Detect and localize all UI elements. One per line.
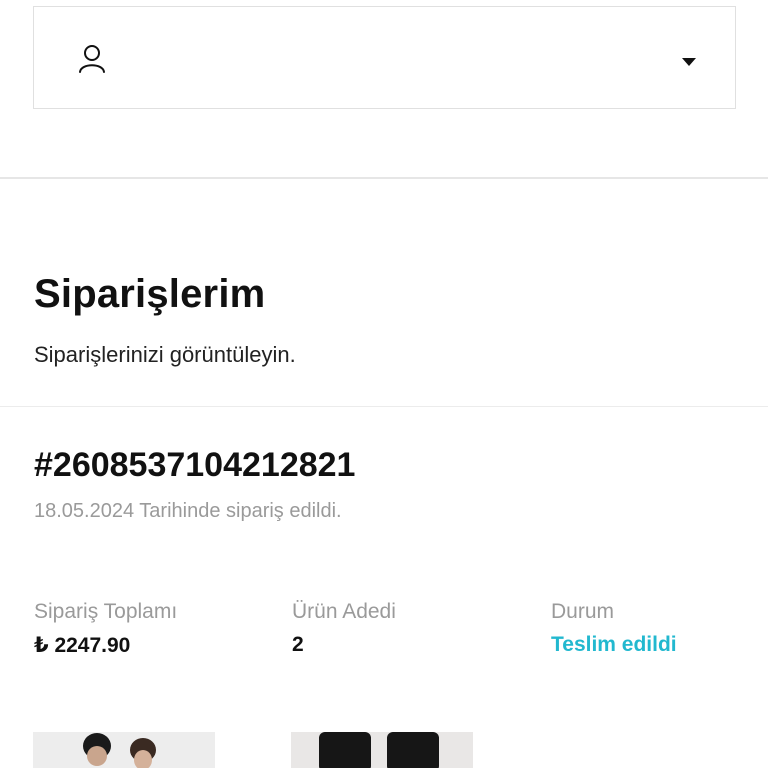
product-thumbnail[interactable] (291, 732, 473, 768)
divider (0, 406, 768, 407)
user-icon (78, 44, 106, 74)
item-count-label: Ürün Adedi (292, 600, 396, 623)
page-subtitle: Siparişlerinizi görüntüleyin. (34, 342, 296, 367)
divider (0, 177, 768, 179)
order-total-value: ₺ 2247.90 (34, 634, 131, 657)
order-status-label: Durum (551, 600, 615, 623)
item-count-block: Ürün Adedi 2 (292, 600, 396, 657)
product-thumbnail[interactable] (33, 732, 215, 768)
item-count-value: 2 (292, 633, 304, 656)
order-total-block: Sipariş Toplamı ₺ 2247.90 (34, 600, 177, 658)
order-status-block: Durum Teslim edildi (551, 600, 677, 657)
caret-down-icon (682, 53, 696, 66)
page-title: Siparişlerim (34, 272, 266, 316)
order-number[interactable]: #2608537104212821 (34, 446, 355, 485)
account-dropdown[interactable] (33, 6, 736, 109)
order-status-value: Teslim edildi (551, 633, 677, 656)
order-date: 18.05.2024 Tarihinde sipariş edildi. (34, 500, 342, 522)
order-total-label: Sipariş Toplamı (34, 600, 178, 623)
